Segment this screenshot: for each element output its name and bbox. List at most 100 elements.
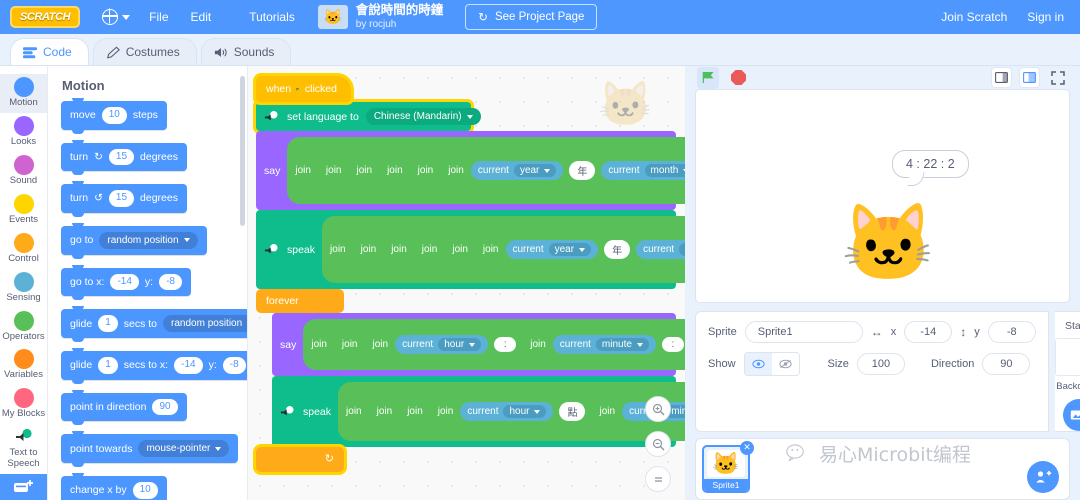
join-operator[interactable]: join current year 年 [474, 236, 685, 263]
block-say-date[interactable]: say join join join join join join curren… [256, 131, 685, 210]
hour-dropdown[interactable]: hour [438, 338, 482, 351]
size-input[interactable]: 100 [856, 352, 905, 375]
block-palette[interactable]: Motion move 10 steps turn ↻ 15 degrees t… [48, 66, 248, 500]
palette-block-glide-to-xy[interactable]: glide 1 secs to x: -14 y: -8 [61, 348, 247, 383]
y-input[interactable]: -8 [987, 320, 1036, 343]
block-speak-time[interactable]: speak join join join join current hour 點… [272, 376, 685, 447]
zoom-out-button[interactable] [645, 431, 671, 457]
category-control[interactable]: Control [0, 230, 47, 269]
green-flag-button[interactable] [697, 66, 719, 89]
see-project-page-button[interactable]: ↻ See Project Page [465, 4, 598, 30]
menu-edit[interactable]: Edit [180, 5, 223, 29]
current-month-reporter[interactable]: current month [636, 240, 685, 259]
stage-selector-pane[interactable]: Stage Backdrops [1054, 310, 1080, 432]
x-input[interactable]: -14 [110, 273, 139, 290]
language-dropdown[interactable]: Chinese (Mandarin) [365, 108, 481, 125]
join-operator[interactable]: join join current hour [333, 323, 685, 366]
x-input[interactable]: -14 [904, 320, 953, 343]
current-minute-reporter[interactable]: current minute [552, 335, 656, 354]
current-year-reporter[interactable]: current year [505, 240, 599, 259]
join-operator[interactable]: join join join current year [379, 149, 685, 192]
category-sensing[interactable]: Sensing [0, 269, 47, 308]
category-looks[interactable]: Looks [0, 113, 47, 152]
show-hidden-button[interactable] [771, 352, 799, 375]
language-selector[interactable] [94, 5, 138, 29]
show-visible-button[interactable] [744, 352, 772, 375]
degrees-input[interactable]: 15 [108, 148, 135, 165]
add-backdrop-button[interactable] [1062, 398, 1080, 431]
text-input-year[interactable]: 年 [569, 161, 596, 180]
menu-tutorials[interactable]: Tutorials [222, 5, 306, 29]
minute-dropdown[interactable]: minute [595, 338, 649, 351]
sprite-list[interactable]: ✕ 🐱 Sprite1 [695, 437, 1070, 500]
join-operator[interactable]: join current hour : join current minute … [364, 327, 685, 362]
palette-block-turn-right[interactable]: turn ↻ 15 degrees [61, 139, 187, 175]
stage-sprite-cat[interactable]: 🐱 [841, 198, 936, 288]
text-input-colon[interactable]: : [661, 337, 684, 352]
join-operator[interactable]: join join join join join current year 年 … [317, 141, 685, 200]
join-operator[interactable]: join join join join current [348, 145, 685, 196]
category-operators[interactable]: Operators [0, 308, 47, 347]
month-dropdown[interactable]: month [644, 164, 685, 177]
palette-block-point-in-direction[interactable]: point in direction 90 [61, 389, 187, 425]
point-towards-dropdown[interactable]: mouse-pointer [138, 440, 230, 457]
block-speak-date[interactable]: speak join join join join join join curr… [256, 210, 685, 289]
code-canvas[interactable]: 🐱 when clicked set language to Chinese (… [248, 66, 685, 500]
secs-input[interactable]: 1 [98, 357, 118, 374]
tab-sounds[interactable]: Sounds [200, 38, 292, 65]
stage-canvas[interactable]: 4 : 22 : 2 🐱 [695, 89, 1070, 303]
join-operator[interactable]: join join join join join current year 年 … [352, 220, 685, 279]
text-input-year[interactable]: 年 [604, 240, 631, 259]
degrees-input[interactable]: 15 [108, 190, 135, 207]
glide-target-dropdown[interactable]: random position [163, 315, 247, 332]
sprite-card-sprite1[interactable]: ✕ 🐱 Sprite1 [702, 440, 754, 493]
hour-dropdown[interactable]: hour [503, 405, 547, 418]
category-sound[interactable]: Sound [0, 152, 47, 191]
current-hour-reporter[interactable]: current hour [460, 402, 554, 421]
x-input[interactable]: -14 [174, 357, 203, 374]
scratch-logo[interactable]: SCRATCH [10, 6, 81, 28]
sprite-name-input[interactable]: Sprite1 [744, 320, 863, 343]
join-operator[interactable]: join join join join current [383, 224, 685, 275]
large-stage-button[interactable] [1019, 67, 1040, 88]
join-operator[interactable]: join current minute : [522, 331, 685, 358]
backdrop-thumbnail[interactable] [1054, 337, 1080, 376]
block-forever[interactable]: forever [256, 289, 344, 313]
current-year-reporter[interactable]: current year [470, 161, 564, 180]
tab-costumes[interactable]: Costumes [92, 38, 197, 65]
current-hour-reporter[interactable]: current hour [395, 335, 489, 354]
category-my-blocks[interactable]: My Blocks [0, 385, 47, 424]
year-dropdown[interactable]: year [513, 164, 557, 177]
category-events[interactable]: Events [0, 191, 47, 230]
year-dropdown[interactable]: year [548, 243, 592, 256]
join-operator[interactable]: join join join join current [338, 382, 685, 441]
fullscreen-button[interactable] [1047, 67, 1068, 88]
join-operator[interactable]: join join join current hour [303, 319, 685, 370]
join-operator[interactable]: join join join join join join current ye… [287, 137, 685, 204]
join-operator[interactable]: join join current hour [399, 390, 685, 433]
palette-block-turn-left[interactable]: turn ↺ 15 degrees [61, 181, 187, 216]
block-set-language[interactable]: set language to Chinese (Mandarin) [256, 102, 481, 131]
text-input-hour-cn[interactable]: 點 [559, 402, 586, 421]
join-operator[interactable]: join join current year [444, 232, 685, 267]
script-stack[interactable]: when clicked set language to Chinese (Ma… [256, 76, 685, 472]
delete-sprite-icon[interactable]: ✕ [740, 440, 754, 455]
palette-block-move-steps[interactable]: move 10 steps [61, 98, 167, 133]
y-input[interactable]: -8 [159, 273, 182, 290]
palette-block-glide-to[interactable]: glide 1 secs to random position [61, 306, 247, 342]
go-to-dropdown[interactable]: random position [99, 231, 198, 249]
zoom-in-button[interactable] [645, 396, 671, 422]
y-input[interactable]: -8 [222, 357, 246, 374]
forever-loop-foot[interactable]: ↻ [256, 447, 344, 472]
steps-input[interactable]: 10 [101, 107, 127, 124]
direction-input[interactable]: 90 [982, 352, 1031, 375]
palette-block-change-x-by[interactable]: change x by 10 [61, 473, 167, 500]
direction-input[interactable]: 90 [152, 398, 178, 415]
zoom-reset-button[interactable] [645, 466, 671, 492]
join-operator[interactable]: join join join join join join current ye… [322, 216, 685, 283]
join-operator[interactable]: join join current year [409, 153, 685, 188]
join-scratch-link[interactable]: Join Scratch [941, 10, 1007, 24]
palette-scrollbar[interactable] [240, 76, 245, 226]
category-motion[interactable]: Motion [0, 74, 47, 113]
join-operator[interactable]: join join join current year [413, 228, 685, 271]
